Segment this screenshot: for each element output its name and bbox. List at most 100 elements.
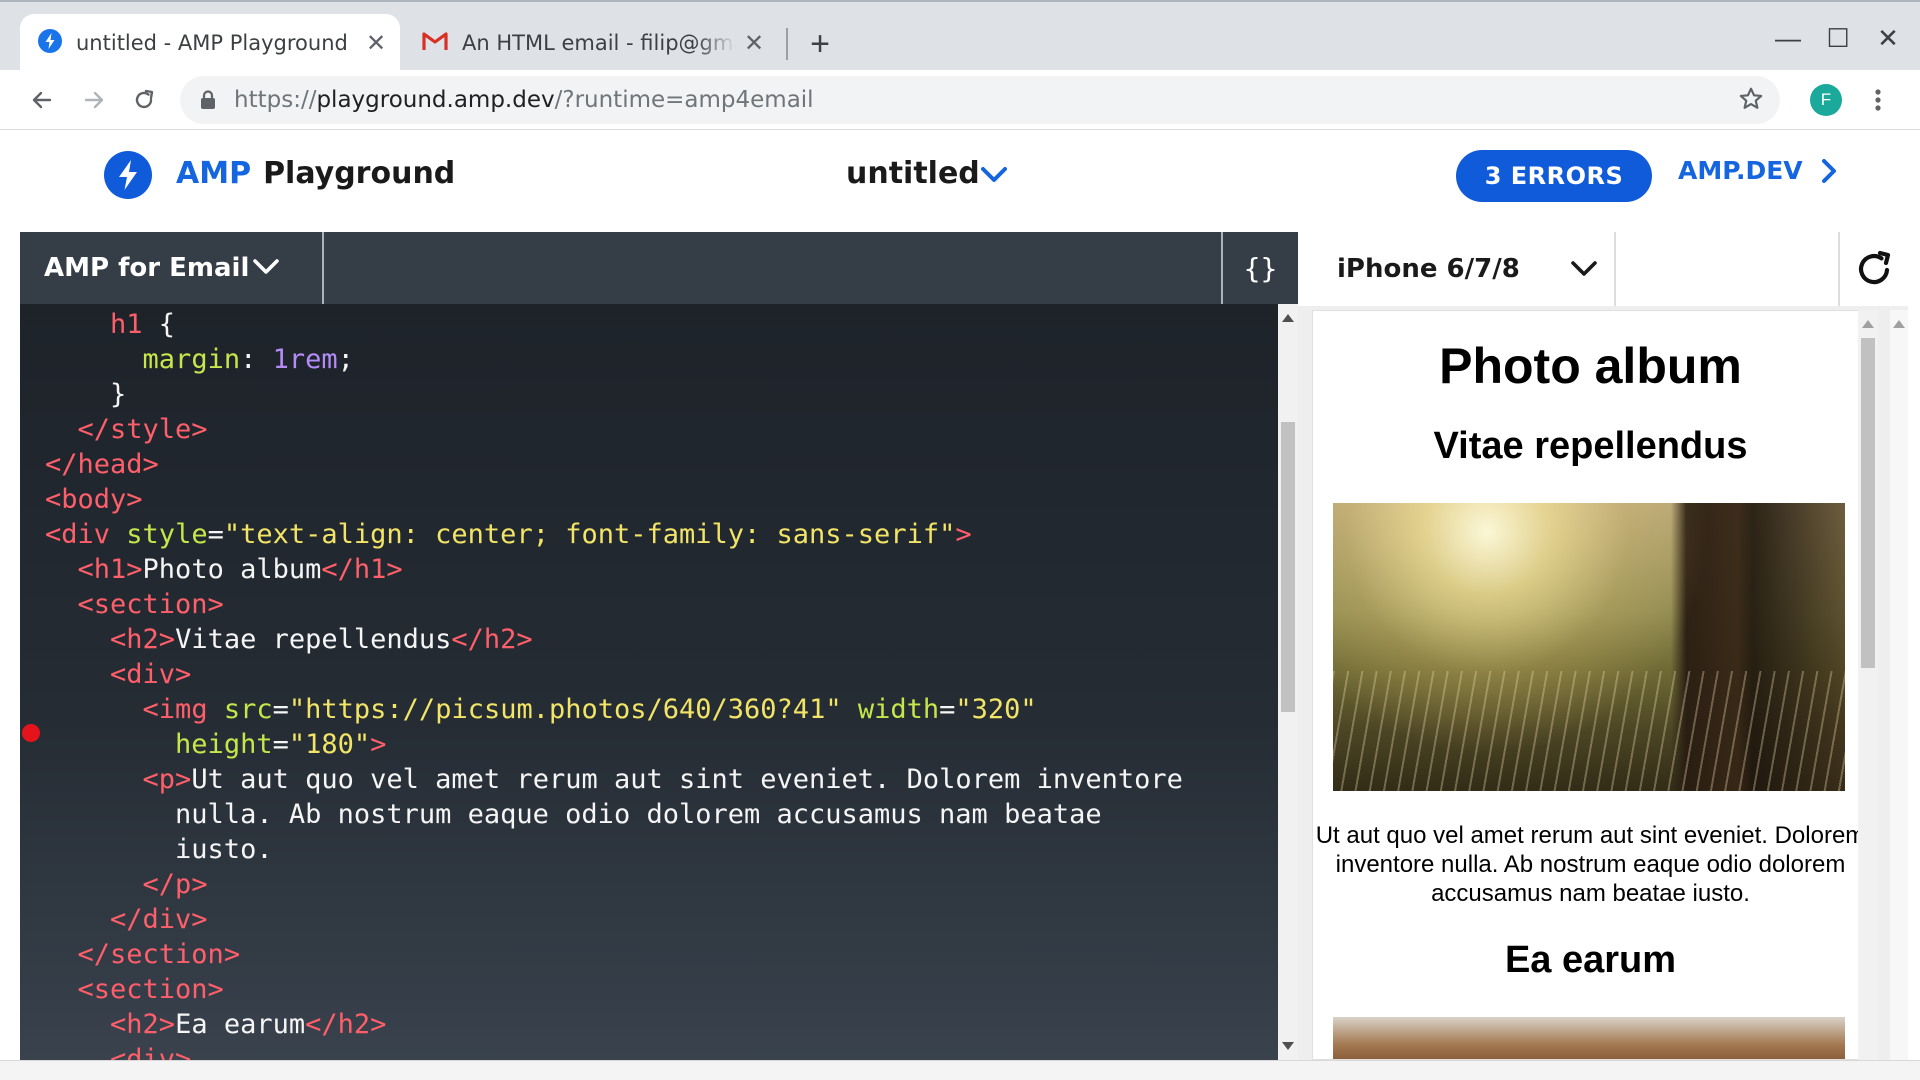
tab-close-icon[interactable]: ✕ <box>736 29 772 57</box>
chevron-right-icon <box>1821 158 1836 183</box>
profile-avatar[interactable]: F <box>1810 84 1842 116</box>
device-selector[interactable]: iPhone 6/7/8 <box>1298 232 1616 306</box>
preview-scrollbar[interactable] <box>1858 310 1878 1060</box>
code-token-tag: > <box>955 519 972 550</box>
maximize-window-button[interactable]: ☐ <box>1818 20 1858 56</box>
tab-separator <box>786 28 788 60</box>
bookmark-star-icon[interactable] <box>1738 86 1764 117</box>
reload-button[interactable] <box>126 82 162 118</box>
arrow-right-icon <box>84 91 104 109</box>
tab-amp-playground[interactable]: untitled - AMP Playground ✕ <box>20 14 400 72</box>
preview-section-heading: Ea earum <box>1504 939 1677 981</box>
code-line: iusto. <box>45 834 273 865</box>
tab-close-icon[interactable]: ✕ <box>358 29 394 57</box>
code-text[interactable]: h1 { margin: 1rem; } </style> </head> <b… <box>45 307 1183 1060</box>
reload-icon <box>1859 250 1891 285</box>
tab-title: An HTML email - filip@gmail.com <box>462 31 736 55</box>
code-token-tag: <body> <box>45 484 143 515</box>
code-line: <section> <box>45 589 224 620</box>
preview-photo <box>1333 503 1845 791</box>
code-editor-panel: AMP for Email {} h1 { margin: 1rem; } </… <box>20 232 1298 1060</box>
preview-heading: Photo album <box>1439 338 1742 394</box>
format-code-button[interactable]: {} <box>1221 232 1298 304</box>
code-line: </style> <box>45 414 208 445</box>
code-token-tag: <div <box>45 519 111 550</box>
chevron-down-icon[interactable] <box>980 166 1008 189</box>
amp-dev-label: AMP.DEV <box>1678 156 1803 185</box>
scroll-down-icon[interactable] <box>1282 1042 1294 1050</box>
back-button[interactable] <box>24 82 60 118</box>
device-label: iPhone 6/7/8 <box>1337 254 1520 284</box>
editor-scrollbar[interactable] <box>1278 304 1298 1060</box>
browser-menu-icon[interactable] <box>1866 84 1890 116</box>
code-token-tag: </h2> <box>305 1009 387 1040</box>
error-marker-icon <box>22 724 40 742</box>
code-token-tag: </h1> <box>321 554 403 585</box>
code-token-tag: </section> <box>77 939 241 970</box>
code-token-tag: <img <box>142 694 208 725</box>
browser-toolbar: https://playground.amp.dev/?runtime=amp4… <box>0 70 1920 130</box>
address-bar[interactable]: https://playground.amp.dev/?runtime=amp4… <box>180 76 1780 124</box>
preview-paragraph: Ut aut quo vel amet rerum aut sint eveni… <box>1315 822 1866 907</box>
preview-photo <box>1333 1017 1845 1059</box>
arrow-left-icon <box>32 91 52 109</box>
url-text: https://playground.amp.dev/?runtime=amp4… <box>234 87 814 113</box>
scrollbar-thumb[interactable] <box>1281 422 1295 712</box>
scrollbar-thumb[interactable] <box>1861 338 1875 668</box>
preview-section-heading: Vitae repellendus <box>1433 425 1748 467</box>
url-host: playground.amp.dev <box>316 87 555 113</box>
code-line: height="180"> <box>175 729 387 760</box>
minimize-window-button[interactable]: — <box>1768 20 1808 56</box>
code-token-tag: <div> <box>110 659 192 690</box>
code-token-tag: <h2> <box>110 624 176 655</box>
refresh-preview-button[interactable] <box>1838 232 1908 306</box>
tab-title: untitled - AMP Playground <box>76 31 348 55</box>
forward-button[interactable] <box>76 82 112 118</box>
code-line: <h2>Ea earum</h2> <box>110 1009 387 1040</box>
code-token-tag: </div> <box>110 904 208 935</box>
errors-button[interactable]: 3 ERRORS <box>1456 150 1652 202</box>
code-token-tag: </head> <box>45 449 159 480</box>
code-line: } <box>45 379 127 410</box>
code-token-tag: </h2> <box>451 624 533 655</box>
code-token-tag: h1 <box>110 309 143 340</box>
code-token-string: "https://picsum.photos/640/360?41" <box>288 694 842 725</box>
app-brand: AMP Playground <box>176 156 455 191</box>
code-line: <p>Ut aut quo vel amet rerum aut sint ev… <box>142 764 1183 795</box>
scroll-up-icon[interactable] <box>1282 314 1294 322</box>
code-token-number: 1rem <box>272 344 338 375</box>
tab-gmail[interactable]: An HTML email - filip@gmail.com ✕ <box>408 14 778 72</box>
photo-grass-texture <box>1333 671 1845 791</box>
close-window-button[interactable]: ✕ <box>1868 20 1908 56</box>
code-token-attr: margin <box>142 344 241 375</box>
chevron-down-icon <box>1571 261 1597 276</box>
email-preview: Photo album Vitae repellendus Ut aut quo… <box>1312 310 1872 1060</box>
code-line: </div> <box>45 904 208 935</box>
code-line: <img src="https://picsum.photos/640/360?… <box>142 694 1037 725</box>
brand-amp: AMP <box>176 156 252 191</box>
browser-tab-strip: untitled - AMP Playground ✕ An HTML emai… <box>0 0 1920 72</box>
new-tab-button[interactable]: + <box>800 24 840 64</box>
code-area[interactable]: h1 { margin: 1rem; } </style> </head> <b… <box>20 304 1278 1060</box>
code-token-attr: src <box>223 694 273 725</box>
code-line: </head> <box>45 449 159 480</box>
code-line: h1 { <box>110 309 176 340</box>
document-title[interactable]: untitled <box>846 156 980 191</box>
code-line: <div> <box>45 1044 191 1060</box>
code-token-tag: <div> <box>110 1044 192 1060</box>
code-line: <h1>Photo album</h1> <box>77 554 403 585</box>
scroll-up-icon[interactable] <box>1893 320 1905 328</box>
code-line: </p> <box>45 869 208 900</box>
amp-logo-icon[interactable] <box>104 151 152 199</box>
runtime-selector[interactable]: AMP for Email <box>20 232 324 304</box>
url-scheme: https:// <box>234 87 317 113</box>
preview-header: iPhone 6/7/8 <box>1298 232 1908 306</box>
scroll-up-icon[interactable] <box>1862 320 1874 328</box>
editor-header: AMP for Email {} <box>20 232 1298 304</box>
lock-icon <box>200 90 216 110</box>
amp-dev-link[interactable]: AMP.DEV <box>1678 156 1837 185</box>
code-token-tag: <h2> <box>110 1009 176 1040</box>
preview-outer-scrollbar[interactable] <box>1890 310 1908 1060</box>
code-line: <div style="text-align: center; font-fam… <box>45 519 972 550</box>
chevron-down-icon <box>253 259 279 274</box>
